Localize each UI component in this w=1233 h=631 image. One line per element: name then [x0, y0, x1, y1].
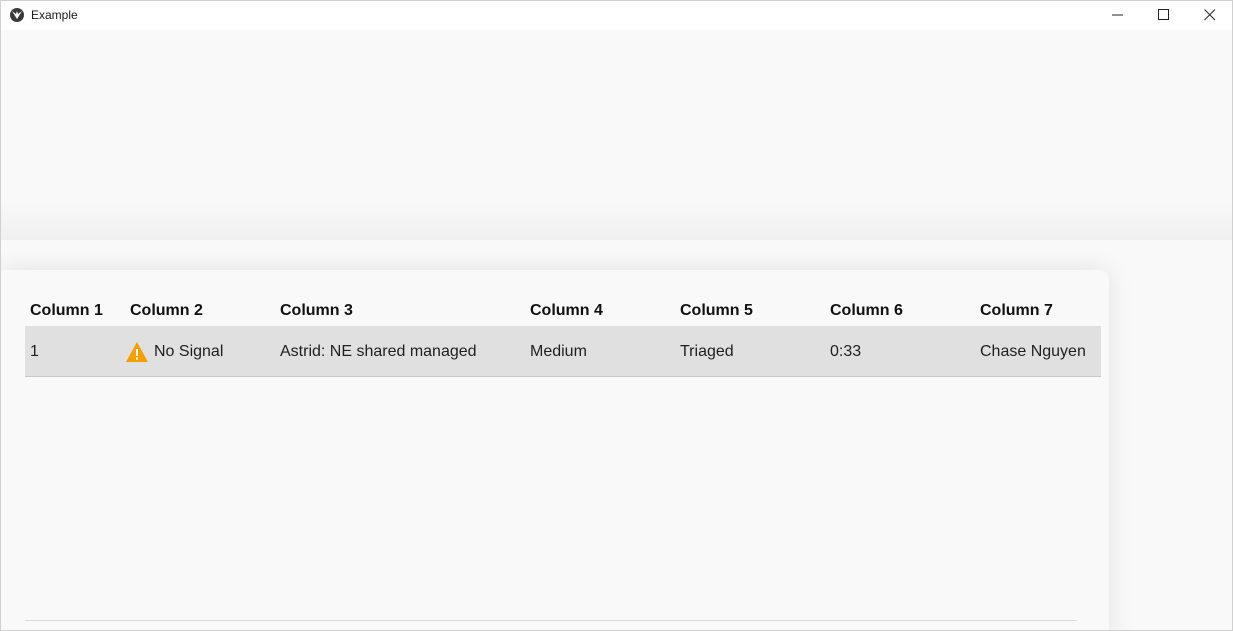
minimize-button[interactable]	[1095, 1, 1141, 30]
table-header: Column 1 Column 2 Column 3 Column 4 Colu…	[25, 302, 1101, 326]
column-header-2[interactable]: Column 2	[130, 302, 203, 320]
cell-column-7: Chase Nguyen	[980, 343, 1086, 360]
column-header-4[interactable]: Column 4	[530, 302, 603, 320]
title-bar[interactable]: Example	[1, 1, 1232, 30]
client-area: Column 1 Column 2 Column 3 Column 4 Colu…	[1, 30, 1232, 630]
close-icon	[1204, 9, 1216, 21]
cell-column-5: Triaged	[680, 343, 734, 360]
warning-icon	[126, 342, 148, 362]
data-table-card: Column 1 Column 2 Column 3 Column 4 Colu…	[1, 270, 1109, 630]
column-header-1[interactable]: Column 1	[30, 302, 103, 320]
column-header-5[interactable]: Column 5	[680, 302, 753, 320]
column-header-6[interactable]: Column 6	[830, 302, 903, 320]
close-button[interactable]	[1187, 1, 1232, 30]
background-shadow	[1, 200, 1232, 240]
maximize-icon	[1158, 9, 1169, 20]
app-logo-icon	[10, 8, 24, 22]
cell-column-1: 1	[30, 343, 39, 360]
maximize-button[interactable]	[1141, 1, 1187, 30]
app-window: Example Column 1 Column 2 Column 3 Colum…	[0, 0, 1233, 631]
window-title: Example	[31, 8, 78, 22]
cell-column-4: Medium	[530, 343, 587, 360]
cell-column-2: No Signal	[154, 343, 224, 360]
column-header-7[interactable]: Column 7	[980, 302, 1053, 320]
column-header-3[interactable]: Column 3	[280, 302, 353, 320]
table-bottom-divider	[25, 620, 1077, 621]
minimize-icon	[1112, 14, 1123, 16]
table-row[interactable]: 1 No Signal Astrid: NE shared managed Me…	[25, 326, 1101, 377]
cell-column-6: 0:33	[830, 343, 862, 360]
cell-column-3: Astrid: NE shared managed	[280, 343, 477, 360]
